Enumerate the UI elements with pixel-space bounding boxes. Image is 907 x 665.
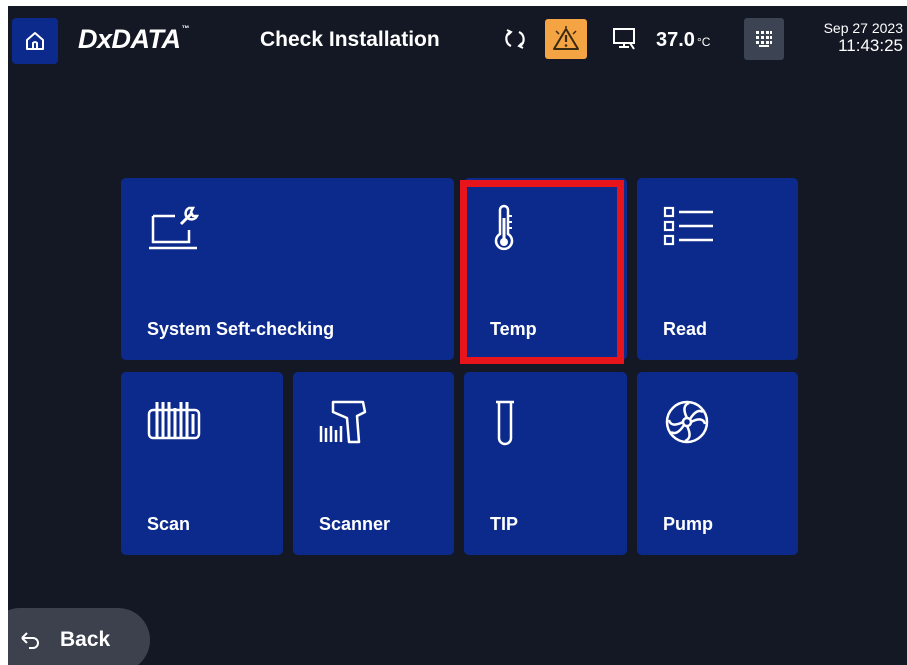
laptop-wrench-icon: [149, 206, 199, 250]
temperature-readout: 37.0 °C: [656, 29, 710, 52]
warning-icon: [553, 26, 579, 50]
brand-trademark: ™: [181, 24, 190, 33]
tile-label: Scanner: [319, 514, 391, 534]
brand-logo: DxDATA™: [78, 24, 189, 55]
barcode-scanner-icon: [319, 400, 367, 444]
tile-label: Pump: [663, 514, 714, 534]
time-text: 11:43:25: [838, 36, 903, 55]
keypad-button[interactable]: [744, 18, 784, 60]
home-icon: [26, 32, 44, 50]
tile-label: Scan: [147, 514, 191, 534]
tile-scanner[interactable]: Scanner: [293, 372, 454, 555]
sync-icon[interactable]: [502, 26, 528, 52]
date-text: Sep 27 2023: [823, 20, 903, 36]
home-button[interactable]: [12, 18, 58, 64]
temperature-value: 37.0: [656, 29, 695, 51]
back-arrow-icon: [21, 632, 39, 649]
tile-scan[interactable]: Scan: [121, 372, 283, 555]
fan-icon: [665, 400, 709, 444]
barcode-icon: [147, 402, 201, 440]
page-title: Check Installation: [260, 28, 440, 51]
tile-label: TIP: [490, 514, 519, 534]
tile-pump[interactable]: Pump: [637, 372, 798, 555]
app-screen: DxDATA™ Check Installation 37.0 °C Sep 2…: [8, 6, 907, 665]
tile-system-self-checking[interactable]: System Seft-checking: [121, 178, 454, 360]
tile-tip[interactable]: TIP: [464, 372, 627, 555]
alarm-button[interactable]: [545, 19, 587, 59]
tile-temp[interactable]: Temp: [464, 178, 627, 360]
datetime: Sep 27 2023 11:43:25: [824, 20, 903, 55]
tile-label: Read: [663, 319, 708, 339]
keypad-icon: [756, 31, 772, 47]
device-icon: [613, 28, 635, 50]
thermometer-icon: [494, 204, 514, 251]
back-button[interactable]: Back: [8, 608, 150, 665]
back-label: Back: [60, 628, 111, 651]
brand-name: DxDATA: [78, 24, 181, 54]
list-icon: [663, 206, 713, 246]
tile-read[interactable]: Read: [637, 178, 798, 360]
temperature-unit: °C: [696, 35, 711, 49]
tube-icon: [496, 400, 514, 446]
tile-label: Temp: [490, 319, 537, 339]
tile-label: System Seft-checking: [147, 319, 335, 339]
